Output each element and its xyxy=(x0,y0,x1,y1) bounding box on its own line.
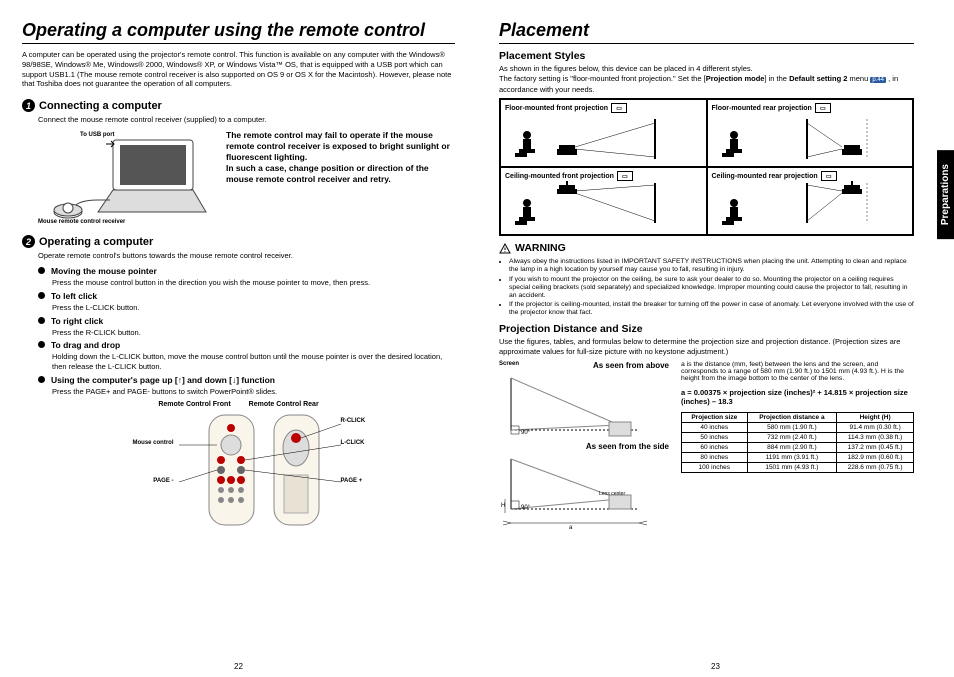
page-number-23: 23 xyxy=(711,662,720,671)
a-desc: a is the distance (mm, feet) between the… xyxy=(681,361,914,382)
pageplus-label: PAGE + xyxy=(341,478,363,484)
pageminus-label: PAGE - xyxy=(153,478,173,484)
warning-header: WARNING xyxy=(499,242,914,256)
bullet-desc: Press the L-CLICK button. xyxy=(52,303,455,313)
bullet-list: Moving the mouse pointer Press the mouse… xyxy=(22,266,455,397)
projection-diagrams: Screen As seen from above 90° As seen fr… xyxy=(499,361,669,531)
receiver-warning: The remote control may fail to operate i… xyxy=(226,130,455,225)
projection-table-col: a is the distance (mm, feet) between the… xyxy=(681,361,914,531)
step2-header: 2 Operating a computer xyxy=(22,235,455,248)
warn-line1: The remote control may fail to operate i… xyxy=(226,130,450,162)
bullet-title: To drag and drop xyxy=(51,340,120,350)
intro-text: A computer can be operated using the pro… xyxy=(22,50,455,89)
page-23: Placement Placement Styles As shown in t… xyxy=(477,0,954,677)
remote-section: Remote Control Front Remote Control Rear xyxy=(22,401,455,545)
remote-front-label: Remote Control Front xyxy=(158,401,230,408)
title-right: Placement xyxy=(499,20,914,44)
step1-header: 1 Connecting a computer xyxy=(22,99,455,112)
placement-styles-title: Placement Styles xyxy=(499,50,914,62)
bullet-desc: Holding down the L-CLICK button, move th… xyxy=(52,352,455,372)
bullet-title: Moving the mouse pointer xyxy=(51,266,157,276)
bullet-title: To right click xyxy=(51,316,103,326)
projection-table: Projection sizeProjection distance aHeig… xyxy=(681,412,914,473)
warning-item: If the projector is ceiling-mounted, ins… xyxy=(509,301,914,317)
step-number-2: 2 xyxy=(22,235,35,248)
step1-title: Connecting a computer xyxy=(39,100,162,112)
side-label: As seen from the side xyxy=(586,442,669,451)
ps-text: As shown in the figures below, this devi… xyxy=(499,64,914,94)
title-left: Operating a computer using the remote co… xyxy=(22,20,455,44)
rclick-label: R-CLICK xyxy=(341,418,366,424)
remote-diagram xyxy=(109,410,369,540)
warn-line2: In such a case, change position or direc… xyxy=(226,163,429,184)
proj-dist-title: Projection Distance and Size xyxy=(499,323,914,335)
placement-grid: Floor-mounted front projection ▭ Floor-m… xyxy=(499,98,914,236)
warning-title: WARNING xyxy=(515,242,566,254)
lclick-label: L-CLICK xyxy=(341,440,365,446)
page-number-22: 22 xyxy=(234,662,243,671)
formula: a = 0.00375 × projection size (inches)² … xyxy=(681,388,914,406)
svg-text:H: H xyxy=(501,503,505,509)
warning-icon xyxy=(499,243,511,255)
usb-label: To USB port xyxy=(80,132,115,138)
step2-title: Operating a computer xyxy=(39,236,153,248)
placement-floor-rear: Floor-mounted rear projection ▭ xyxy=(707,99,914,167)
svg-text:90°: 90° xyxy=(521,430,531,436)
bullet-desc: Press the PAGE+ and PAGE- buttons to swi… xyxy=(52,387,455,397)
above-label: As seen from above xyxy=(593,361,669,370)
warning-list: Always obey the instructions listed in I… xyxy=(509,258,914,317)
placement-ceil-rear: Ceiling-mounted rear projection ▭ xyxy=(707,167,914,235)
bullet-desc: Press the R-CLICK button. xyxy=(52,328,455,338)
placement-ceil-front: Ceiling-mounted front projection ▭ xyxy=(500,167,707,235)
page-22: Operating a computer using the remote co… xyxy=(0,0,477,677)
svg-text:90°: 90° xyxy=(521,505,531,511)
step2-desc: Operate remote control's buttons towards… xyxy=(38,251,455,260)
bullet-title: To left click xyxy=(51,291,97,301)
placement-floor-front: Floor-mounted front projection ▭ xyxy=(500,99,707,167)
warning-item: If you wish to mount the projector on th… xyxy=(509,276,914,300)
page-ref-44: p.44 xyxy=(870,77,886,83)
step1-desc: Connect the mouse remote control receive… xyxy=(38,115,455,124)
svg-text:Lens center: Lens center xyxy=(599,491,625,497)
preparations-tab: Preparations xyxy=(937,150,954,239)
receiver-label: Mouse remote control receiver xyxy=(38,219,125,225)
proj-dist-text: Use the figures, tables, and formulas be… xyxy=(499,337,914,357)
step-number-1: 1 xyxy=(22,99,35,112)
bullet-title: Using the computer's page up [↑] and dow… xyxy=(51,375,275,385)
connect-diagram-row: To USB port Mouse remote control receive… xyxy=(38,130,455,225)
warning-item: Always obey the instructions listed in I… xyxy=(509,258,914,274)
mouse-label: Mouse control xyxy=(132,440,173,446)
remote-rear-label: Remote Control Rear xyxy=(249,401,319,408)
bullet-desc: Press the mouse control button in the di… xyxy=(52,278,455,288)
a-dim: a xyxy=(569,525,573,529)
projection-row: Screen As seen from above 90° As seen fr… xyxy=(499,361,914,531)
laptop-diagram: To USB port Mouse remote control receive… xyxy=(38,130,218,225)
